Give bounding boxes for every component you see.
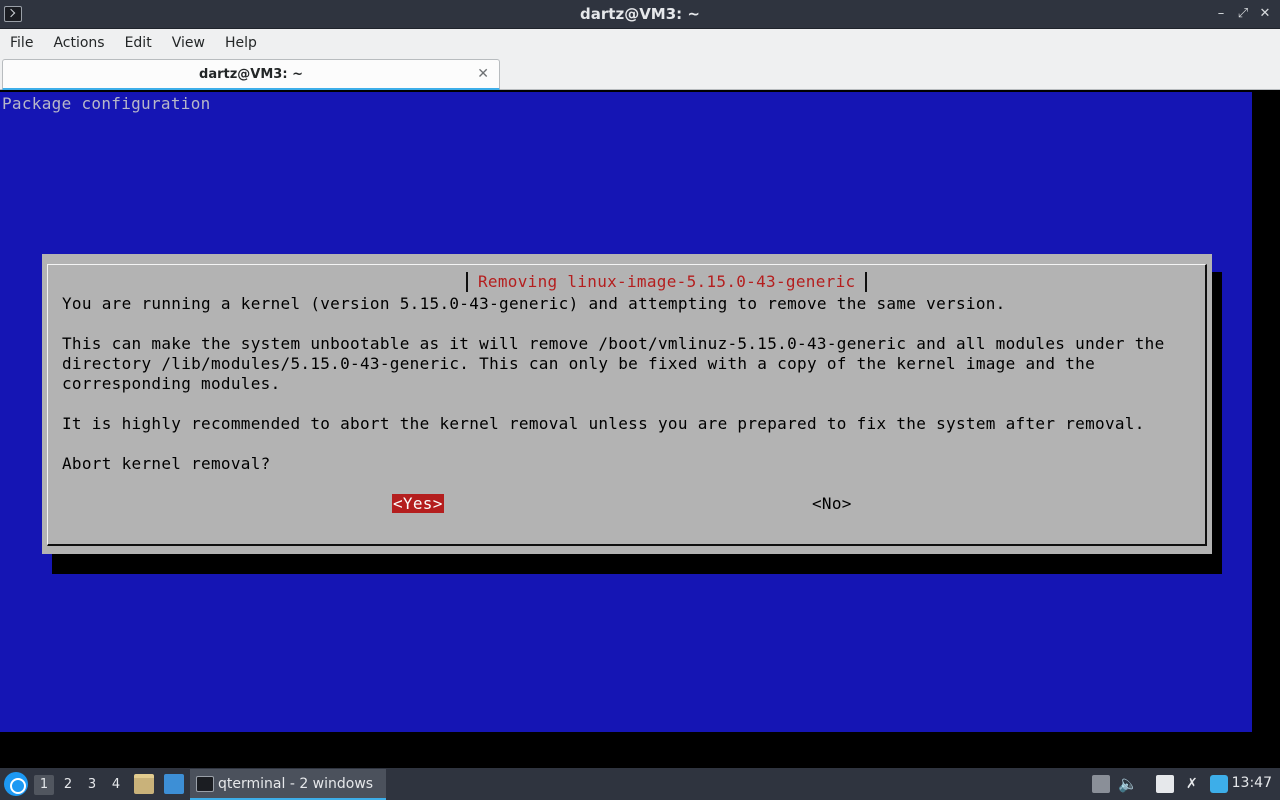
taskbar-task-qterminal[interactable]: qterminal - 2 windows bbox=[190, 769, 386, 800]
desktop-switch-4[interactable]: 4 bbox=[106, 775, 126, 795]
tab-close-icon[interactable]: ✕ bbox=[477, 66, 489, 82]
dialog-line: This can make the system unbootable as i… bbox=[62, 334, 1165, 353]
tab-bar: dartz@VM3: ~ ✕ bbox=[0, 57, 1280, 90]
dialog-line: corresponding modules. bbox=[62, 374, 281, 393]
terminal-icon bbox=[196, 776, 214, 792]
clock[interactable]: 13:47 bbox=[1232, 775, 1272, 791]
menu-actions[interactable]: Actions bbox=[43, 29, 114, 57]
menu-bar: File Actions Edit View Help bbox=[0, 29, 1280, 57]
dialog-title-text: Removing linux-image-5.15.0-43-generic bbox=[466, 272, 868, 291]
updates-icon[interactable] bbox=[1210, 775, 1228, 793]
window-title: dartz@VM3: ~ bbox=[580, 5, 700, 23]
menu-edit[interactable]: Edit bbox=[115, 29, 162, 57]
task-label: qterminal - 2 windows bbox=[218, 776, 374, 792]
window-titlebar: dartz@VM3: ~ – ⤢ ✕ bbox=[0, 0, 1280, 29]
menu-file[interactable]: File bbox=[0, 29, 43, 57]
terminal-scrollbar[interactable] bbox=[1252, 90, 1280, 768]
dialog-line: You are running a kernel (version 5.15.0… bbox=[62, 294, 1006, 313]
desktop-switch-3[interactable]: 3 bbox=[82, 775, 102, 795]
file-manager-icon[interactable] bbox=[134, 774, 154, 794]
start-menu-icon[interactable] bbox=[4, 772, 28, 796]
dialog-question: Abort kernel removal? bbox=[62, 454, 271, 473]
network-icon[interactable]: ✗ bbox=[1186, 775, 1204, 793]
kernel-removal-dialog: Removing linux-image-5.15.0-43-generic Y… bbox=[42, 254, 1212, 554]
show-desktop-icon[interactable] bbox=[164, 774, 184, 794]
terminal-view[interactable]: Package configuration Removing linux-ima… bbox=[0, 90, 1280, 768]
close-button[interactable]: ✕ bbox=[1258, 6, 1272, 22]
taskbar: 1 2 3 4 qterminal - 2 windows 🔈 ✗ 13:47 bbox=[0, 768, 1280, 800]
no-button[interactable]: <No> bbox=[812, 494, 852, 513]
minimize-button[interactable]: – bbox=[1214, 6, 1228, 22]
maximize-button[interactable]: ⤢ bbox=[1236, 6, 1250, 22]
terminal-screen: Package configuration Removing linux-ima… bbox=[0, 92, 1252, 732]
volume-icon[interactable]: 🔈 bbox=[1118, 775, 1138, 793]
menu-view[interactable]: View bbox=[162, 29, 215, 57]
tab-terminal[interactable]: dartz@VM3: ~ ✕ bbox=[2, 59, 500, 90]
desktop-switch-2[interactable]: 2 bbox=[58, 775, 78, 795]
dialog-line: It is highly recommended to abort the ke… bbox=[62, 414, 1145, 433]
yes-button[interactable]: <Yes> bbox=[392, 494, 444, 513]
package-configuration-header: Package configuration bbox=[2, 94, 211, 113]
window-controls: – ⤢ ✕ bbox=[1214, 6, 1272, 22]
tab-label: dartz@VM3: ~ bbox=[199, 67, 303, 82]
desktop-switch-1[interactable]: 1 bbox=[34, 775, 54, 795]
dialog-line: directory /lib/modules/5.15.0-43-generic… bbox=[62, 354, 1096, 373]
menu-help[interactable]: Help bbox=[215, 29, 267, 57]
disk-icon[interactable] bbox=[1092, 775, 1110, 793]
clipboard-icon[interactable] bbox=[1156, 775, 1174, 793]
